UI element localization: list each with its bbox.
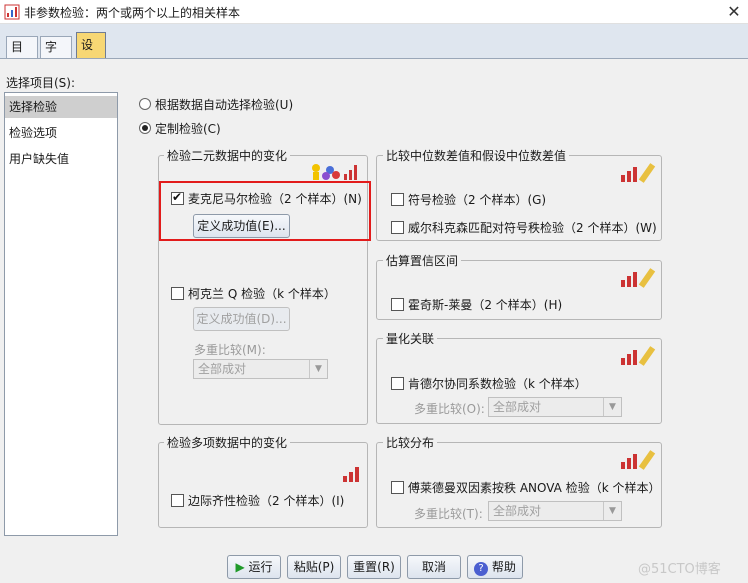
assoc-multi-compare-label: 多重比较(O): xyxy=(414,402,485,416)
custom-tests-label: 定制检验(C) xyxy=(155,122,221,136)
friedman-label: 傅莱德曼双因素按秩 ANOVA 检验（k 个样本） xyxy=(408,481,661,495)
multiple-compare-value: 全部成对 xyxy=(198,362,247,376)
chevron-down-icon: ▼ xyxy=(603,502,621,520)
list-item-user-missing[interactable]: 用户缺失值 xyxy=(5,148,117,170)
ruler-chart-icon xyxy=(621,346,656,366)
multiple-compare-label: 多重比较(M): xyxy=(194,343,266,357)
tab-fields[interactable]: 字段 xyxy=(40,36,72,74)
list-item-test-options[interactable]: 检验选项 xyxy=(5,122,117,144)
assoc-multi-compare-value: 全部成对 xyxy=(493,400,542,414)
marginal-homogeneity-checkbox[interactable] xyxy=(171,494,184,507)
reset-button[interactable]: 重置(R) xyxy=(347,555,401,579)
assoc-multi-compare-select[interactable]: 全部成对 ▼ xyxy=(488,397,622,417)
help-icon: ? xyxy=(474,562,489,576)
window-title: 非参数检验：两个或两个以上的相关样本 xyxy=(24,6,241,20)
mcnemar-label: 麦克尼马尔检验（2 个样本）(N) xyxy=(188,192,362,206)
wilcoxon-checkbox[interactable] xyxy=(391,221,404,234)
dist-multi-compare-select[interactable]: 全部成对 ▼ xyxy=(488,501,622,521)
ci-group-title: 估算置信区间 xyxy=(383,252,462,269)
ruler-chart-icon xyxy=(621,450,656,470)
tab-strip xyxy=(0,24,748,58)
multinomial-changes-group xyxy=(158,442,368,528)
play-icon: ▶ xyxy=(235,560,245,574)
sign-test-checkbox[interactable] xyxy=(391,193,404,206)
dist-group-title: 比较分布 xyxy=(383,434,438,451)
auto-select-label: 根据数据自动选择检验(U) xyxy=(155,98,294,112)
mcnemar-checkbox[interactable] xyxy=(171,190,184,205)
wilcoxon-label: 威尔科克森匹配对符号秩检验（2 个样本）(W) xyxy=(408,221,657,235)
bar-chart-icon xyxy=(343,467,359,482)
close-icon[interactable]: ✕ xyxy=(724,2,744,22)
list-item-select-tests[interactable]: 选择检验 xyxy=(5,96,117,118)
cochran-checkbox[interactable] xyxy=(171,287,184,300)
marginal-homogeneity-label: 边际齐性检验（2 个样本）(I) xyxy=(188,494,345,508)
list-label: 选择项目(S): xyxy=(6,76,76,90)
cancel-button[interactable]: 取消 xyxy=(407,555,461,579)
kendall-label: 肯德尔协同系数检验（k 个样本） xyxy=(408,377,587,391)
cochran-label: 柯克兰 Q 检验（k 个样本） xyxy=(188,287,336,301)
binary-data-icon xyxy=(312,164,357,180)
sign-test-label: 符号检验（2 个样本）(G) xyxy=(408,193,547,207)
help-button[interactable]: ? 帮助 xyxy=(467,555,523,579)
binary-group-title: 检验二元数据中的变化 xyxy=(164,147,291,164)
watermark: @51CTO博客 xyxy=(638,562,721,577)
define-success-button[interactable]: 定义成功值(E)... xyxy=(193,214,290,238)
custom-tests-radio[interactable] xyxy=(139,122,151,134)
chevron-down-icon: ▼ xyxy=(603,398,621,416)
dist-multi-compare-label: 多重比较(T): xyxy=(414,507,483,521)
ruler-chart-icon xyxy=(621,268,656,288)
friedman-checkbox[interactable] xyxy=(391,481,404,494)
tab-target[interactable]: 目标 xyxy=(6,36,38,74)
app-icon xyxy=(4,4,20,20)
multiple-compare-select[interactable]: 全部成对 ▼ xyxy=(193,359,328,379)
kendall-checkbox[interactable] xyxy=(391,377,404,390)
paste-button[interactable]: 粘贴(P) xyxy=(287,555,341,579)
median-group-title: 比较中位数差值和假设中位数差值 xyxy=(383,147,570,164)
dist-multi-compare-value: 全部成对 xyxy=(493,504,542,518)
auto-select-radio[interactable] xyxy=(139,98,151,110)
multinomial-group-title: 检验多项数据中的变化 xyxy=(164,434,291,451)
hodges-lehmann-label: 霍奇斯-莱曼（2 个样本）(H) xyxy=(408,298,563,312)
tab-settings[interactable]: 设置 xyxy=(76,32,106,76)
help-label: 帮助 xyxy=(491,560,516,574)
run-label: 运行 xyxy=(248,560,273,574)
assoc-group-title: 量化关联 xyxy=(383,330,438,347)
run-button[interactable]: ▶ 运行 xyxy=(227,555,281,579)
define-success-button-disabled[interactable]: 定义成功值(D)... xyxy=(193,307,290,331)
hodges-lehmann-checkbox[interactable] xyxy=(391,298,404,311)
ruler-chart-icon xyxy=(621,163,656,183)
chevron-down-icon: ▼ xyxy=(309,360,327,378)
